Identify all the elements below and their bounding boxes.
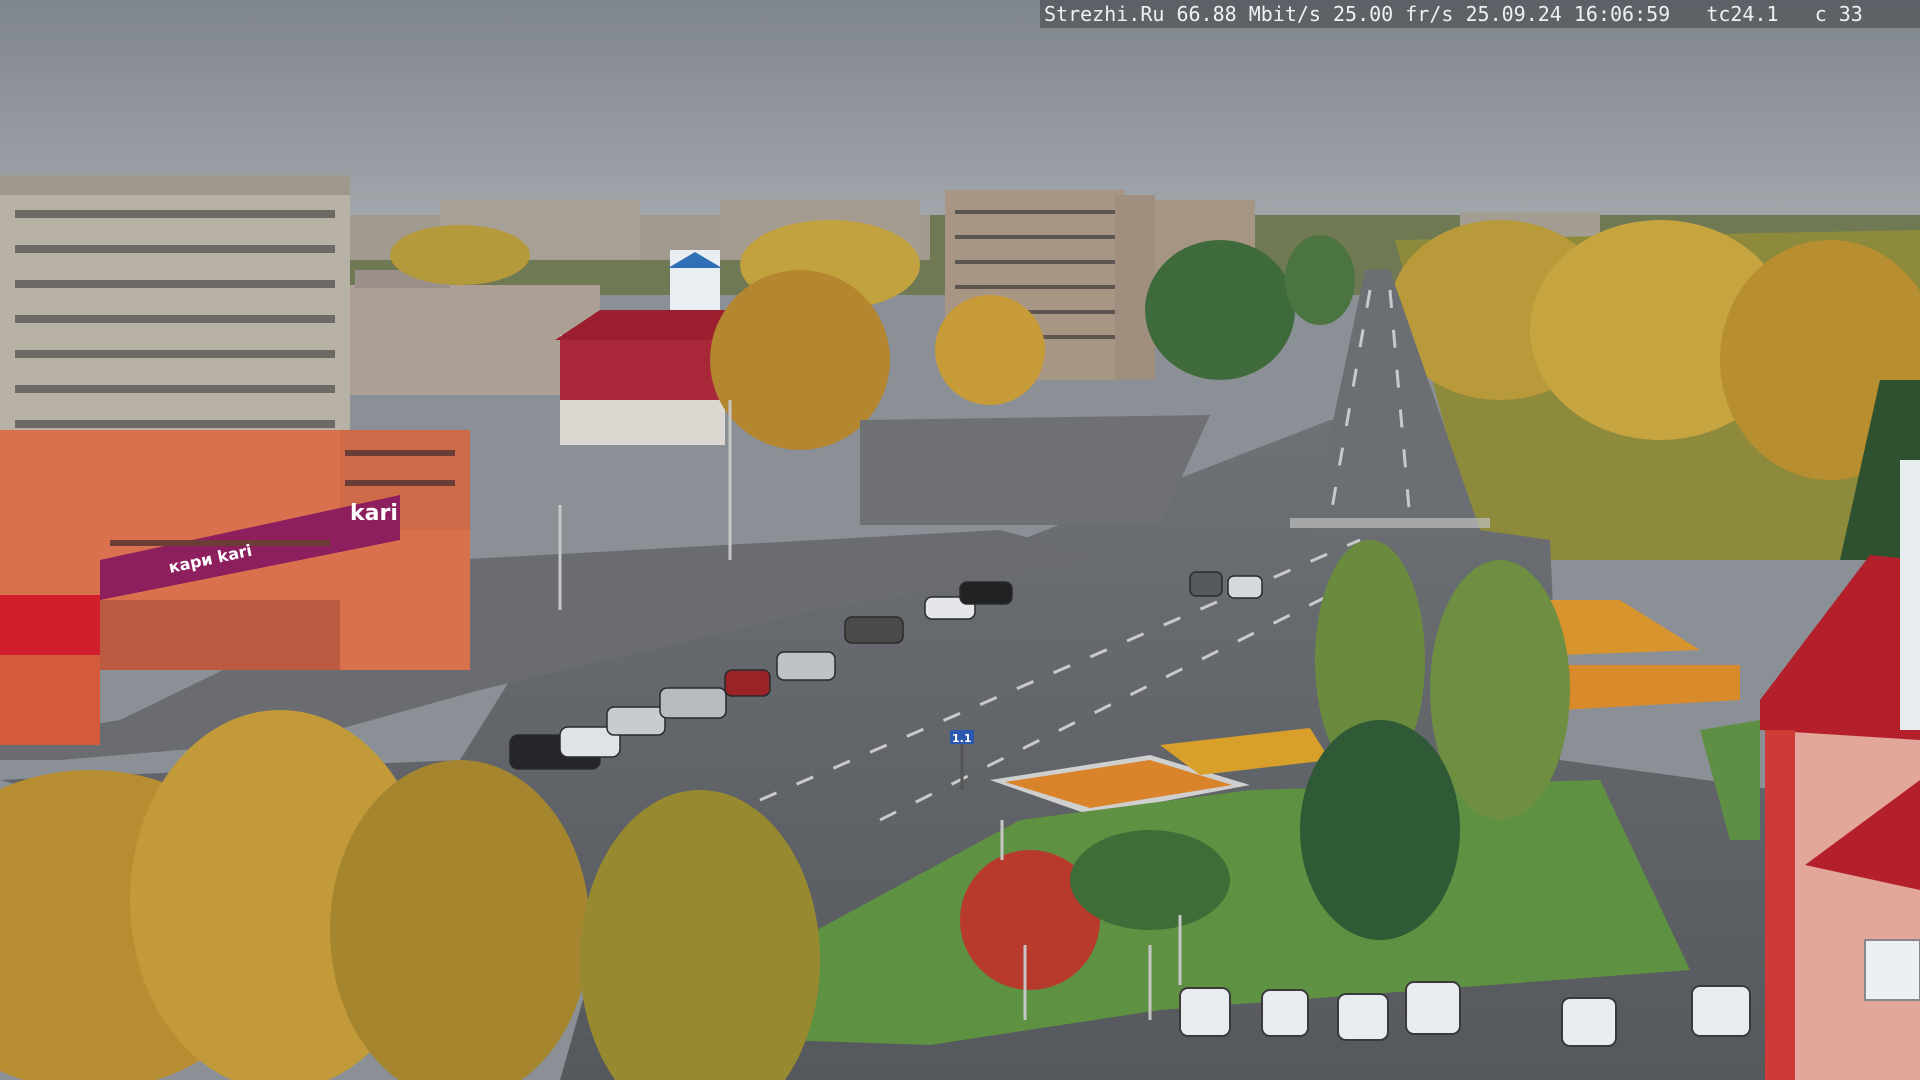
- overlay-site: Strezhi.Ru: [1044, 2, 1165, 26]
- crosswalk: [1290, 518, 1490, 528]
- camera-status-overlay: Strezhi.Ru 66.88 Mbit/s 25.00 fr/s 25.09…: [1040, 0, 1920, 28]
- street-camera-scene: kari кари kari 1.1: [0, 0, 1920, 1080]
- overlay-date: 25.09.24: [1465, 2, 1562, 26]
- overlay-camera-id: tc24.1: [1706, 2, 1779, 26]
- overlay-counter: c 33: [1814, 2, 1863, 26]
- overlay-bitrate: 66.88 Mbit/s: [1176, 2, 1321, 26]
- upper-parking-lot: [860, 415, 1210, 525]
- overlay-time: 16:06:59: [1573, 2, 1671, 26]
- overlay-fps: 25.00 fr/s: [1333, 2, 1454, 26]
- kari-main-sign: kari: [350, 501, 398, 526]
- street-sign-text: 1.1: [952, 732, 972, 745]
